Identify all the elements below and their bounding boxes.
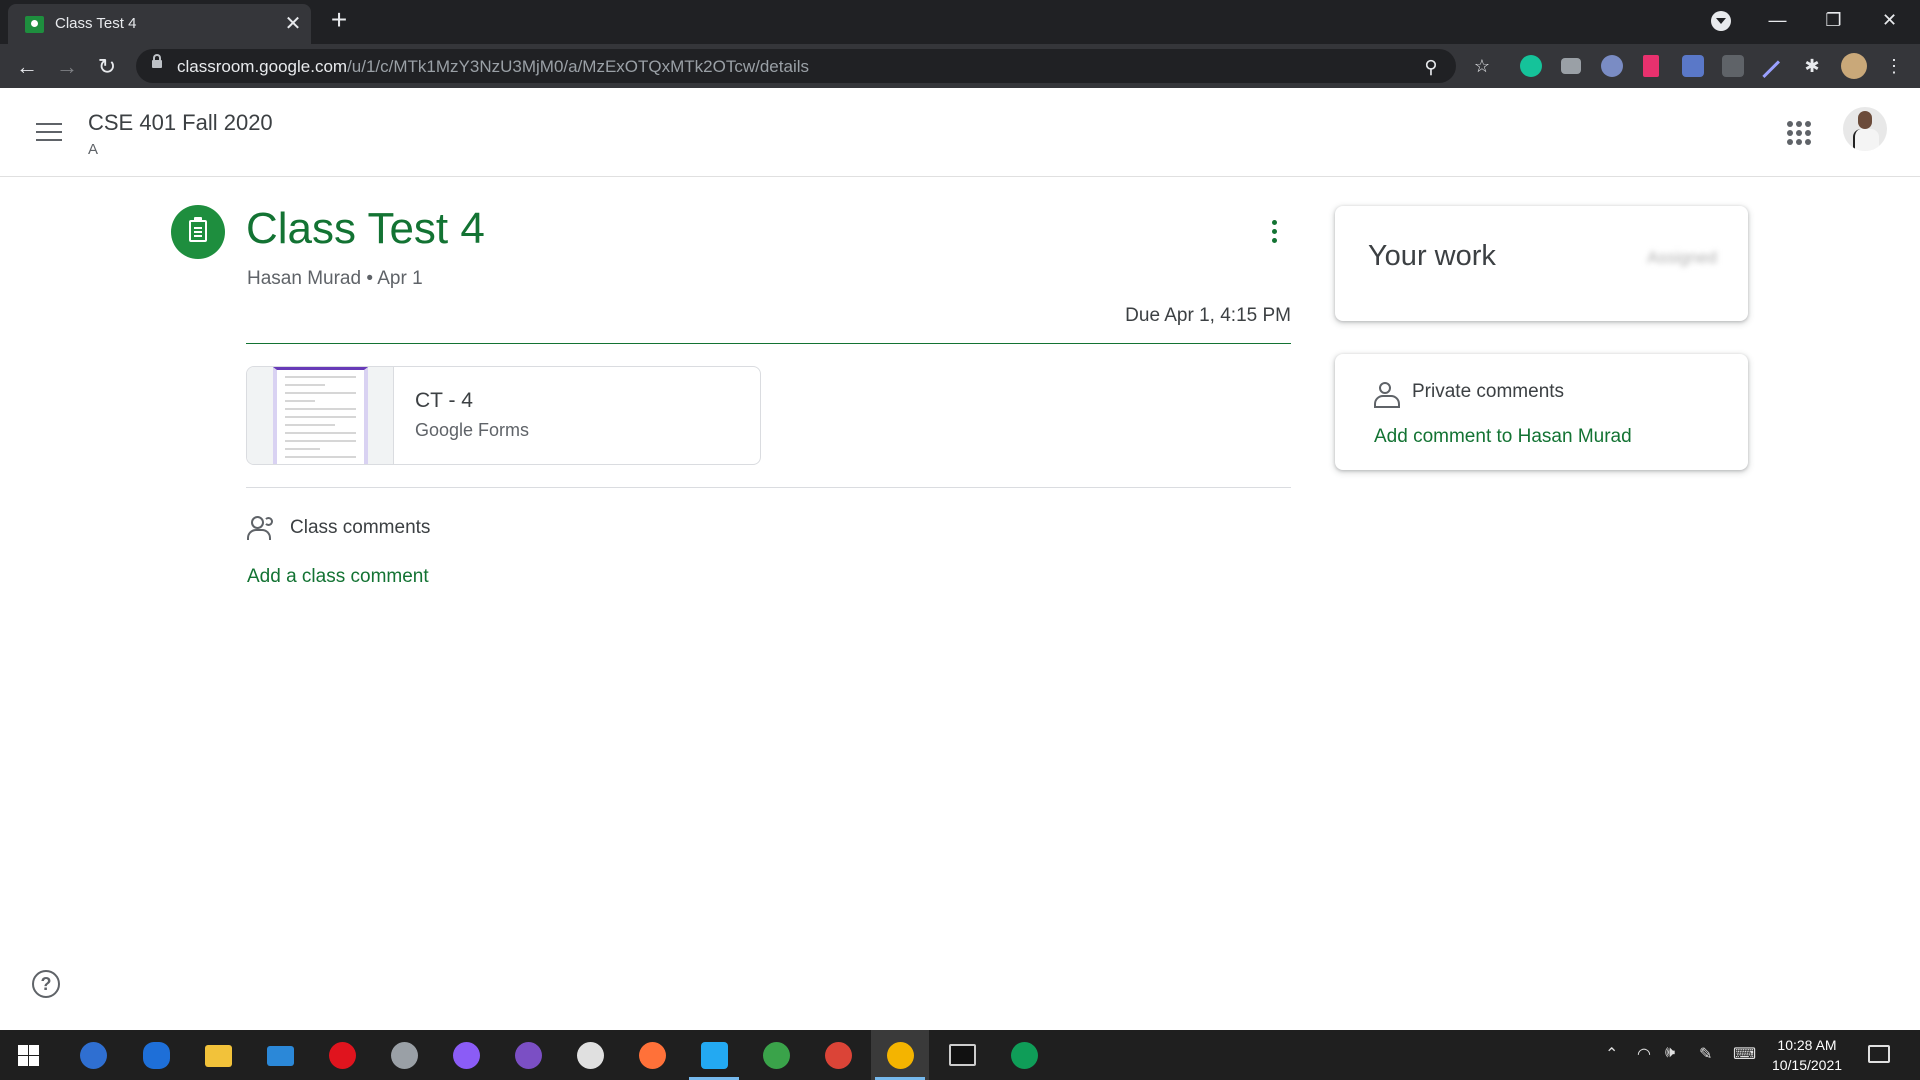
pen-workspace-icon[interactable]: ✎	[1699, 1044, 1712, 1064]
google-apps-icon[interactable]	[1787, 121, 1811, 145]
forward-icon[interactable]: →	[53, 53, 81, 81]
classroom-favicon-icon	[25, 16, 44, 33]
reload-icon[interactable]: ↻	[93, 53, 121, 81]
help-icon[interactable]: ?	[32, 970, 60, 998]
profile-avatar-icon[interactable]	[1841, 53, 1867, 79]
zoom-icon[interactable]: ⚲	[1419, 55, 1443, 79]
private-comments-card: Private comments Add comment to Hasan Mu…	[1335, 354, 1748, 470]
taskbar-app-chrome[interactable]	[809, 1030, 867, 1080]
attachment-type: Google Forms	[415, 420, 530, 440]
url-path: /u/1/c/MTk1MzY3NzU3MjM0/a/MzExOTQxMTk2OT…	[347, 57, 809, 76]
extension-icon-3[interactable]	[1601, 55, 1623, 77]
classroom-header: CSE 401 Fall 2020 A	[0, 88, 1920, 177]
assignment-title: Class Test 4	[246, 204, 485, 253]
extensions-puzzle-icon[interactable]: ✱	[1800, 54, 1824, 78]
taskbar-app-edge[interactable]	[127, 1030, 185, 1080]
volume-icon[interactable]: 🕪	[1665, 1044, 1675, 1062]
tab-search-icon[interactable]	[1711, 11, 1731, 31]
back-icon[interactable]: ←	[13, 53, 41, 81]
assignment-icon	[171, 205, 225, 259]
clock-time: 10:28 AM	[1777, 1037, 1837, 1053]
taskbar-app-maps[interactable]	[747, 1030, 805, 1080]
clock-date: 10/15/2021	[1771, 1057, 1843, 1073]
attachment-card[interactable]: CT - 4 Google Forms	[246, 366, 761, 465]
tray-overflow-icon[interactable]: ⌃	[1605, 1044, 1618, 1064]
taskbar-app-satellite[interactable]	[375, 1030, 433, 1080]
taskbar-app-mail[interactable]	[251, 1030, 309, 1080]
work-status: Assigned	[1647, 248, 1717, 267]
url-text[interactable]: classroom.google.com/u/1/c/MTk1MzY3NzU3M…	[177, 57, 809, 77]
browser-toolbar: ← → ↻ classroom.google.com/u/1/c/MTk1MzY…	[0, 44, 1920, 88]
lock-icon[interactable]	[152, 54, 162, 68]
taskbar-app-vscode[interactable]	[685, 1030, 743, 1080]
user-avatar[interactable]	[1843, 107, 1887, 151]
extension-icon-6[interactable]	[1722, 55, 1744, 77]
new-tab-button[interactable]: +	[325, 6, 353, 35]
meta-separator: •	[366, 268, 373, 289]
notification-center-icon[interactable]	[1868, 1045, 1890, 1063]
browser-menu-icon[interactable]: ⋮	[1882, 54, 1906, 78]
posted-date: Apr 1	[377, 268, 423, 289]
more-options-icon[interactable]	[1262, 218, 1286, 250]
grammarly-extension-icon[interactable]	[1520, 55, 1542, 77]
taskbar-app-opera[interactable]	[313, 1030, 371, 1080]
taskbar-app-chrome-2[interactable]	[995, 1030, 1053, 1080]
attachment-name: CT - 4	[415, 389, 473, 412]
add-class-comment-link[interactable]: Add a class comment	[247, 566, 429, 588]
class-comments-heading: Class comments	[290, 517, 431, 538]
form-thumbnail	[247, 367, 394, 464]
browser-tab[interactable]: Class Test 4 ✕	[8, 4, 311, 44]
private-comments-heading: Private comments	[1412, 381, 1565, 402]
url-host: classroom.google.com	[177, 57, 348, 76]
people-icon	[247, 514, 277, 540]
download-extension-icon[interactable]	[1682, 55, 1704, 77]
due-date: Due Apr 1, 4:15 PM	[1125, 305, 1291, 326]
windows-start-icon[interactable]	[18, 1045, 39, 1066]
camera-extension-icon[interactable]	[1561, 58, 1581, 74]
windows-taskbar: ⌃ ◠ 🕪 ✎ ⌨ 10:28 AM 10/15/2021	[0, 1030, 1920, 1080]
class-name[interactable]: CSE 401 Fall 2020	[88, 110, 273, 136]
extension-icon-4[interactable]	[1643, 55, 1659, 77]
title-divider	[246, 343, 1291, 344]
bookmark-star-icon[interactable]: ☆	[1470, 54, 1494, 78]
window-close-button[interactable]: ✕	[1862, 0, 1917, 40]
taskbar-app-terminal[interactable]	[933, 1030, 991, 1080]
taskbar-app-paint[interactable]	[561, 1030, 619, 1080]
network-icon[interactable]: ◠	[1637, 1044, 1651, 1064]
person-icon	[1373, 381, 1400, 408]
section-divider	[246, 487, 1291, 488]
taskbar-clock[interactable]: 10:28 AM 10/15/2021	[1762, 1035, 1852, 1075]
class-section: A	[88, 141, 99, 158]
add-private-comment-link[interactable]: Add comment to Hasan Murad	[1374, 426, 1632, 448]
tab-title: Class Test 4	[55, 15, 137, 32]
browser-tabstrip: Class Test 4 ✕ + — ❐ ✕	[0, 0, 1920, 44]
restore-button[interactable]: ❐	[1806, 0, 1861, 40]
tab-close-icon[interactable]: ✕	[282, 13, 304, 35]
taskbar-app-explorer[interactable]	[189, 1030, 247, 1080]
author-name: Hasan Murad	[247, 268, 362, 289]
hamburger-menu-icon[interactable]	[36, 123, 62, 143]
taskbar-app-github[interactable]	[499, 1030, 557, 1080]
keyboard-icon[interactable]: ⌨	[1733, 1044, 1756, 1064]
your-work-title: Your work	[1368, 240, 1496, 272]
taskbar-app-firefox[interactable]	[623, 1030, 681, 1080]
taskbar-app-messenger[interactable]	[437, 1030, 495, 1080]
taskbar-app-qb[interactable]	[64, 1030, 122, 1080]
minimize-button[interactable]: —	[1750, 0, 1805, 40]
taskbar-app-chrome-active[interactable]	[871, 1030, 929, 1080]
address-bar[interactable]: classroom.google.com/u/1/c/MTk1MzY3NzU3M…	[136, 49, 1456, 83]
assignment-meta: Hasan Murad • Apr 1	[247, 268, 423, 290]
pen-extension-icon[interactable]	[1755, 53, 1781, 79]
your-work-card: Your work Assigned	[1335, 206, 1748, 321]
